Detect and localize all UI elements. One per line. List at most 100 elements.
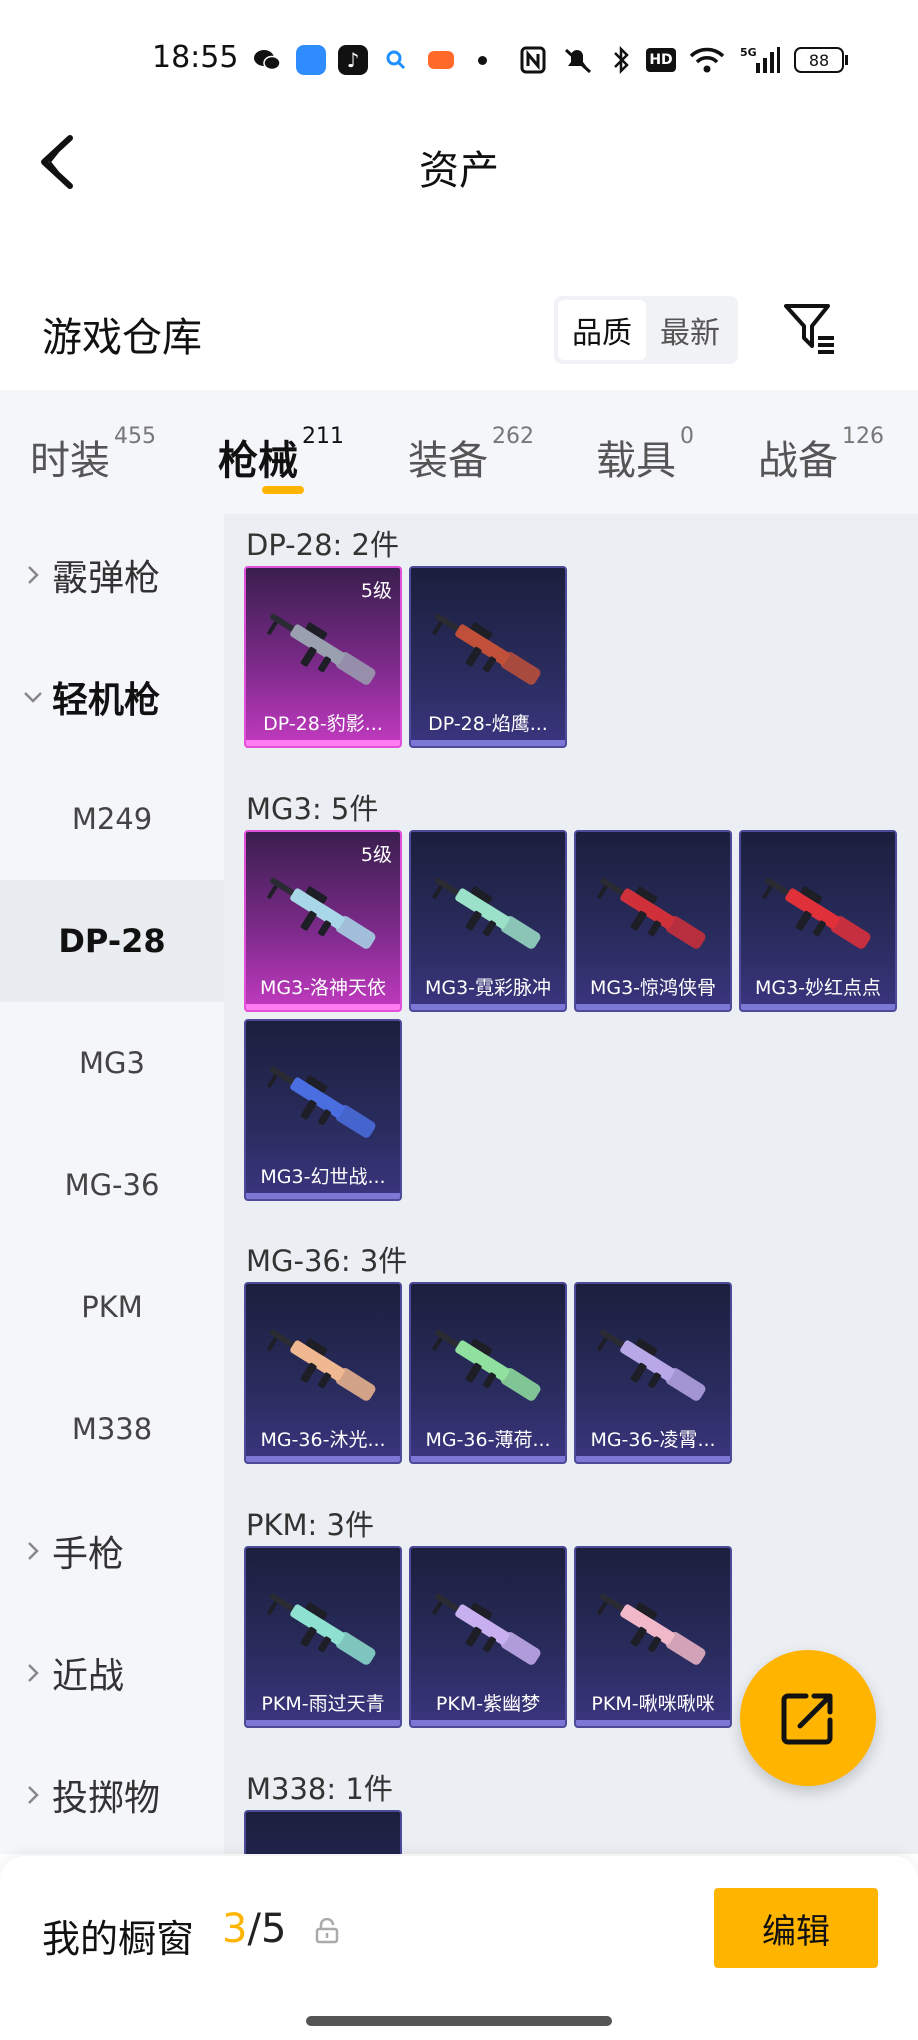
group-label-mg36: MG-36: 3件 bbox=[246, 1244, 408, 1278]
weapon-card[interactable]: DP-28-焰鹰... bbox=[409, 566, 567, 748]
group-label-pkm: PKM: 3件 bbox=[246, 1508, 374, 1542]
sidebar-item-mg36[interactable]: MG-36 bbox=[0, 1124, 224, 1246]
weapon-card[interactable]: 5级 MG3-洛神天依 bbox=[244, 830, 402, 1012]
weapon-name: DP-28-焰鹰... bbox=[428, 713, 548, 735]
sidebar-group-lmg[interactable]: 轻机枪 bbox=[0, 636, 224, 758]
weapon-image bbox=[431, 1593, 541, 1665]
wechat-icon bbox=[252, 44, 282, 76]
weapon-card[interactable]: 5级 DP-28-豹影... bbox=[244, 566, 402, 748]
chevron-right-icon bbox=[28, 1542, 39, 1560]
weapon-card[interactable]: PKM-紫幽梦 bbox=[409, 1546, 567, 1728]
rarity-strip bbox=[576, 1720, 730, 1726]
weapon-card[interactable]: PKM-雨过天青 bbox=[244, 1546, 402, 1728]
weapon-card[interactable] bbox=[244, 1810, 402, 1854]
game-app-icon bbox=[428, 44, 454, 76]
bluetooth-icon bbox=[612, 44, 630, 76]
showcase-bar: 我的橱窗 3/5 编辑 bbox=[0, 1856, 918, 2040]
weapon-name: MG3-霓彩脉冲 bbox=[424, 977, 552, 999]
signal-icon: 5G bbox=[738, 44, 780, 76]
tab-gear[interactable]: 战备126 bbox=[758, 424, 884, 486]
status-bar: 18:55 ♪ HD 5G 88 bbox=[0, 0, 918, 120]
sidebar-item-m338[interactable]: M338 bbox=[0, 1368, 224, 1490]
weapon-name: PKM-雨过天青 bbox=[261, 1693, 385, 1715]
filter-icon[interactable] bbox=[780, 300, 840, 360]
weapon-card[interactable]: MG-36-凌霄... bbox=[574, 1282, 732, 1464]
search-app-icon bbox=[384, 44, 408, 76]
category-tabs: 时装455 枪械211 装备262 载具0 战备126 bbox=[0, 390, 918, 514]
weapon-image bbox=[266, 1329, 376, 1401]
rarity-strip bbox=[246, 1720, 400, 1726]
hd-icon: HD bbox=[646, 44, 676, 76]
tab-equipment[interactable]: 装备262 bbox=[408, 424, 534, 486]
weapon-name: PKM-紫幽梦 bbox=[435, 1693, 541, 1715]
sort-option-quality[interactable]: 品质 bbox=[558, 300, 646, 360]
showcase-label: 我的橱窗 bbox=[42, 1917, 195, 1961]
tab-vehicles[interactable]: 载具0 bbox=[596, 424, 694, 486]
home-indicator bbox=[306, 2016, 612, 2026]
chevron-right-icon bbox=[28, 1664, 39, 1682]
chevron-right-icon bbox=[28, 566, 39, 584]
sidebar-item-m249[interactable]: M249 bbox=[0, 758, 224, 880]
group-label-dp28: DP-28: 2件 bbox=[246, 528, 399, 562]
weapon-image bbox=[266, 613, 376, 685]
sidebar-group-throwable[interactable]: 投掷物 bbox=[0, 1734, 224, 1856]
weapon-image bbox=[266, 877, 376, 949]
wifi-icon bbox=[688, 44, 726, 76]
mute-icon bbox=[562, 44, 594, 76]
rarity-strip bbox=[246, 740, 400, 746]
weapon-card[interactable]: MG3-幻世战... bbox=[244, 1019, 402, 1201]
weapon-name: MG3-惊鸿侠骨 bbox=[589, 977, 717, 999]
weapon-card[interactable]: MG3-妙红点点 bbox=[739, 830, 897, 1012]
weapon-card[interactable]: PKM-啾咪啾咪 bbox=[574, 1546, 732, 1728]
weapon-image bbox=[266, 1593, 376, 1665]
weapon-name: PKM-啾咪啾咪 bbox=[591, 1693, 715, 1715]
weapon-name: MG-36-薄荷... bbox=[425, 1429, 551, 1451]
weapon-image bbox=[431, 1329, 541, 1401]
weapon-image bbox=[596, 1329, 706, 1401]
tiktok-icon: ♪ bbox=[338, 44, 368, 76]
rarity-strip bbox=[246, 1456, 400, 1462]
weapon-image bbox=[431, 613, 541, 685]
share-icon bbox=[781, 1693, 833, 1745]
share-button[interactable] bbox=[740, 1650, 876, 1786]
rarity-strip bbox=[411, 1004, 565, 1010]
weapon-image bbox=[256, 1840, 392, 1854]
weapon-card[interactable]: MG3-惊鸿侠骨 bbox=[574, 830, 732, 1012]
sidebar-group-shotgun[interactable]: 霰弹枪 bbox=[0, 514, 224, 636]
app-icon-blue bbox=[296, 44, 326, 76]
weapon-name: MG-36-沐光... bbox=[260, 1429, 386, 1451]
weapon-image bbox=[266, 1066, 376, 1138]
group-label-m338: M338: 1件 bbox=[246, 1772, 393, 1806]
weapon-name: MG3-幻世战... bbox=[260, 1166, 386, 1188]
weapon-image bbox=[596, 877, 706, 949]
warehouse-title: 游戏仓库 bbox=[42, 315, 202, 361]
weapon-card[interactable]: MG-36-沐光... bbox=[244, 1282, 402, 1464]
active-tab-indicator bbox=[262, 486, 304, 494]
rarity-strip bbox=[576, 1456, 730, 1462]
tier-badge: 5级 bbox=[360, 580, 392, 602]
weapon-card[interactable]: MG3-霓彩脉冲 bbox=[409, 830, 567, 1012]
nfc-icon bbox=[520, 44, 546, 76]
weapon-image bbox=[596, 1593, 706, 1665]
sidebar-item-pkm[interactable]: PKM bbox=[0, 1246, 224, 1368]
sort-option-newest[interactable]: 最新 bbox=[646, 300, 734, 360]
lock-icon bbox=[314, 1917, 340, 1944]
sidebar-item-dp28[interactable]: DP-28 bbox=[0, 880, 224, 1002]
page-title: 资产 bbox=[419, 148, 499, 194]
weapon-name: MG3-洛神天依 bbox=[259, 977, 387, 999]
sidebar-group-pistol[interactable]: 手枪 bbox=[0, 1490, 224, 1612]
tab-guns[interactable]: 枪械211 bbox=[218, 424, 344, 486]
weapon-card[interactable]: MG-36-薄荷... bbox=[409, 1282, 567, 1464]
rarity-strip bbox=[246, 1193, 400, 1199]
showcase-count: 3/5 bbox=[222, 1906, 287, 1952]
chevron-down-icon bbox=[24, 692, 42, 703]
sidebar-item-mg3[interactable]: MG3 bbox=[0, 1002, 224, 1124]
tab-fashion[interactable]: 时装455 bbox=[30, 424, 156, 486]
rarity-strip bbox=[411, 1720, 565, 1726]
edit-button[interactable]: 编辑 bbox=[714, 1888, 878, 1968]
sort-toggle: 品质 最新 bbox=[554, 296, 738, 364]
sidebar-group-melee[interactable]: 近战 bbox=[0, 1612, 224, 1734]
dot-icon bbox=[478, 44, 487, 76]
status-time: 18:55 bbox=[152, 40, 239, 75]
rarity-strip bbox=[576, 1004, 730, 1010]
